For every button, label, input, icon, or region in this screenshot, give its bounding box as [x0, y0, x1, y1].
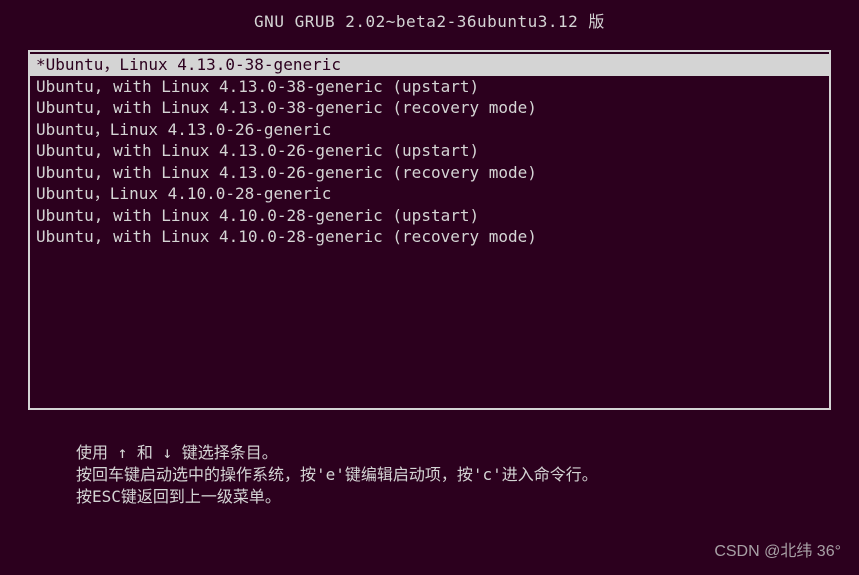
watermark: CSDN @北纬 36°: [714, 537, 841, 561]
boot-menu[interactable]: *Ubuntu，Linux 4.13.0-38-generic Ubuntu, …: [28, 50, 831, 410]
menu-item-5[interactable]: Ubuntu, with Linux 4.13.0-26-generic (re…: [30, 162, 829, 184]
watermark-text: CSDN @北纬 36°: [714, 543, 841, 560]
menu-item-8[interactable]: Ubuntu, with Linux 4.10.0-28-generic (re…: [30, 226, 829, 248]
help-text: 使用 ↑ 和 ↓ 键选择条目。 按回车键启动选中的操作系统，按'e'键编辑启动项…: [76, 442, 783, 508]
menu-item-4[interactable]: Ubuntu, with Linux 4.13.0-26-generic (up…: [30, 140, 829, 162]
menu-item-3[interactable]: Ubuntu，Linux 4.13.0-26-generic: [30, 119, 829, 141]
help-line-1: 使用 ↑ 和 ↓ 键选择条目。: [76, 442, 783, 464]
help-line-3: 按ESC键返回到上一级菜单。: [76, 486, 783, 508]
grub-title: GNU GRUB 2.02~beta2-36ubuntu3.12 版: [254, 12, 605, 31]
menu-item-7[interactable]: Ubuntu, with Linux 4.10.0-28-generic (up…: [30, 205, 829, 227]
help-line-2: 按回车键启动选中的操作系统，按'e'键编辑启动项，按'c'进入命令行。: [76, 464, 783, 486]
menu-item-0[interactable]: *Ubuntu，Linux 4.13.0-38-generic: [30, 54, 829, 76]
menu-item-1[interactable]: Ubuntu, with Linux 4.13.0-38-generic (up…: [30, 76, 829, 98]
menu-item-2[interactable]: Ubuntu, with Linux 4.13.0-38-generic (re…: [30, 97, 829, 119]
menu-item-6[interactable]: Ubuntu，Linux 4.10.0-28-generic: [30, 183, 829, 205]
grub-header: GNU GRUB 2.02~beta2-36ubuntu3.12 版: [0, 0, 859, 50]
